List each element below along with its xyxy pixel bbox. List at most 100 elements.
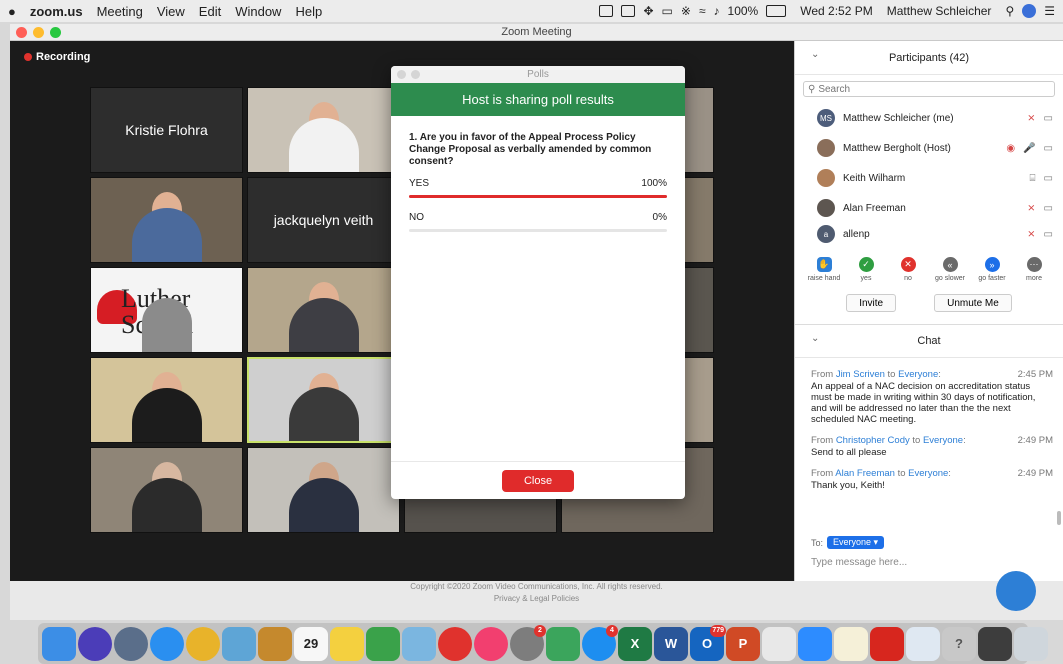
acrobat-icon[interactable] [870,626,904,661]
system-preferences-icon[interactable]: 2 [510,624,546,661]
participant-row[interactable]: Keith Wilharm ⌸ ▭ [795,163,1063,193]
notebook-icon[interactable] [258,626,292,661]
video-tile[interactable]: Kristie Flohra [90,87,243,173]
privacy-link[interactable]: Privacy & Legal Policies [10,593,1063,605]
trash-icon[interactable] [1014,626,1048,661]
textedit-icon[interactable] [834,626,868,661]
preview-icon[interactable] [222,626,256,661]
active-speaker-video-tile[interactable] [247,357,400,443]
mic-icon[interactable]: 🎤 [1023,143,1035,154]
go-slower-button[interactable]: « go slower [931,257,969,282]
video-tile[interactable] [90,357,243,443]
zoom-window-button[interactable] [50,27,61,38]
launchpad-icon[interactable] [114,626,148,661]
unmute-me-button[interactable]: Unmute Me [934,294,1012,312]
video-off-icon[interactable]: ▭ [1044,113,1053,124]
chrome-icon[interactable] [186,626,220,661]
recipient-name[interactable]: Everyone [923,435,963,446]
airplay-icon[interactable]: ▭ [662,4,673,18]
minimize-window-button[interactable] [33,27,44,38]
video-tile[interactable]: jackquelyn veith [247,177,400,263]
participant-row[interactable]: a allenp ⨯ ▭ [795,223,1063,245]
sender-name[interactable]: Jim Scriven [836,369,885,380]
video-off-icon[interactable]: ▭ [1044,229,1053,240]
bluetooth-icon[interactable]: ※ [681,4,691,18]
recipient-name[interactable]: Everyone [908,468,948,479]
move-icon[interactable]: ✥ [643,4,653,18]
collapse-participants-chevron-icon[interactable]: ⌄ [811,49,819,60]
video-tile[interactable] [90,447,243,533]
news-icon[interactable] [438,626,472,661]
invite-button[interactable]: Invite [846,294,897,312]
recording-indicator[interactable]: Recording [24,51,90,63]
wifi-icon[interactable]: ≈ [699,4,706,18]
video-tile[interactable] [247,447,400,533]
chat-input[interactable]: Type message here... [811,557,907,568]
notes-icon[interactable] [330,626,364,661]
video-off-icon[interactable]: ▭ [1044,143,1053,154]
poll-minimize-dot[interactable] [411,70,420,79]
calendar-icon[interactable]: 29 [294,626,328,661]
video-off-icon[interactable]: ▭ [1044,203,1053,214]
muted-mic-icon[interactable]: ⨯ [1027,229,1035,240]
yes-button[interactable]: ✓ yes [847,257,885,282]
participant-search[interactable]: ⚲ [803,81,1055,97]
siri-icon[interactable] [1022,4,1037,18]
chat-scrollbar[interactable] [1057,511,1061,525]
close-window-button[interactable] [16,27,27,38]
help-icon[interactable]: ? [942,626,976,661]
powerpoint-icon[interactable]: P [726,626,760,661]
sender-name[interactable]: Christopher Cody [836,435,910,446]
apple-menu-icon[interactable]: ● [8,4,16,19]
documents-folder-icon[interactable] [906,626,940,661]
music-icon[interactable] [474,626,508,661]
battery-icon[interactable] [766,5,787,17]
video-tile[interactable]: Luther School [90,267,243,353]
menu-view[interactable]: View [157,4,185,19]
word-icon[interactable]: W [654,626,688,661]
muted-mic-icon[interactable]: ⨯ [1027,113,1035,124]
zoom-icon[interactable] [798,626,832,661]
recipient-dropdown[interactable]: Everyone ▾ [827,536,885,549]
user-name[interactable]: Matthew Schleicher [887,4,992,18]
mic-icon[interactable]: ⌸ [1030,173,1036,184]
chat-bubble-button[interactable] [996,571,1036,611]
menu-window[interactable]: Window [235,4,281,19]
finder-icon[interactable] [42,626,76,661]
participant-row[interactable]: Alan Freeman ⨯ ▭ [795,193,1063,223]
sender-name[interactable]: Alan Freeman [835,468,895,479]
recipient-name[interactable]: Everyone [898,369,938,380]
participant-row[interactable]: MS Matthew Schleicher (me) ⨯ ▭ [795,103,1063,133]
excel-icon[interactable]: X [618,626,652,661]
collapse-chat-chevron-icon[interactable]: ⌄ [811,333,819,344]
close-poll-button[interactable]: Close [502,469,574,492]
screenshot-icon[interactable] [978,626,1012,661]
menu-edit[interactable]: Edit [199,4,221,19]
participant-row[interactable]: Matthew Bergholt (Host) ◉ 🎤 ▭ [795,133,1063,163]
screen-share-icon[interactable] [599,5,614,17]
spotlight-search-icon[interactable]: ⚲ [1005,4,1014,18]
video-tile[interactable] [247,267,400,353]
video-tile[interactable] [90,177,243,263]
search-input[interactable] [818,83,1039,95]
video-off-icon[interactable]: ▭ [1044,173,1053,184]
facetime-icon[interactable] [366,626,400,661]
app-menu[interactable]: zoom.us [30,4,83,19]
go-faster-button[interactable]: » go faster [973,257,1011,282]
battery-percent[interactable]: 100% [728,4,759,18]
clock[interactable]: Wed 2:52 PM [800,4,872,18]
poll-close-dot[interactable] [397,70,406,79]
more-button[interactable]: ⋯ more [1015,257,1053,282]
notification-center-icon[interactable]: ☰ [1044,4,1055,18]
document-icon[interactable] [621,5,636,17]
muted-mic-icon[interactable]: ⨯ [1027,203,1035,214]
no-button[interactable]: ✕ no [889,257,927,282]
safari-icon[interactable] [150,626,184,661]
raise-hand-button[interactable]: ✋ raise hand [805,257,843,282]
drawing-app-icon[interactable] [762,626,796,661]
volume-icon[interactable]: ♪ [714,4,720,18]
cloud-icon[interactable] [546,626,580,661]
outlook-icon[interactable]: O 779 [690,624,726,661]
app-store-icon[interactable]: 4 [582,624,618,661]
photos-icon[interactable] [402,626,436,661]
